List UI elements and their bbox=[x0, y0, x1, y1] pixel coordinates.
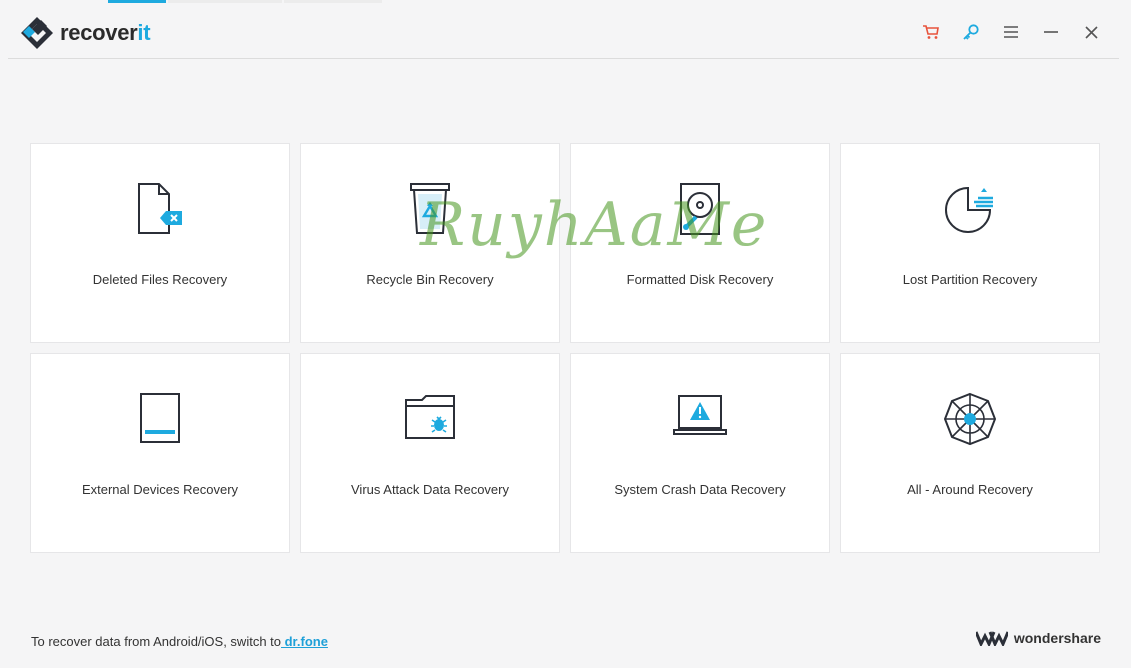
card-lost-partition-recovery[interactable]: Lost Partition Recovery bbox=[840, 143, 1100, 343]
card-label: External Devices Recovery bbox=[81, 482, 239, 497]
minimize-button[interactable] bbox=[1031, 20, 1071, 44]
recycle-bin-icon bbox=[410, 183, 450, 234]
card-label: All - Around Recovery bbox=[907, 482, 1033, 497]
register-button[interactable] bbox=[951, 20, 991, 44]
card-label: System Crash Data Recovery bbox=[614, 482, 786, 497]
card-virus-attack-data-recovery[interactable]: Virus Attack Data Recovery bbox=[300, 353, 560, 553]
card-recycle-bin-recovery[interactable]: Recycle Bin Recovery bbox=[300, 143, 560, 343]
window-controls bbox=[911, 20, 1111, 44]
menu-icon bbox=[1004, 26, 1018, 38]
close-icon bbox=[1084, 25, 1098, 39]
cart-button[interactable] bbox=[911, 20, 951, 44]
key-icon bbox=[963, 24, 979, 40]
card-label: Deleted Files Recovery bbox=[92, 272, 228, 287]
all-around-icon bbox=[943, 392, 997, 446]
mobile-recovery-prompt: To recover data from Android/iOS, switch… bbox=[31, 634, 328, 649]
formatted-disk-icon bbox=[680, 183, 720, 235]
app-title: recoverit bbox=[60, 20, 151, 45]
card-label: Lost Partition Recovery bbox=[902, 272, 1038, 287]
card-formatted-disk-recovery[interactable]: Formatted Disk Recovery bbox=[570, 143, 830, 343]
drfone-link[interactable]: dr.fone bbox=[281, 634, 328, 649]
card-label: Recycle Bin Recovery bbox=[366, 272, 494, 287]
menu-button[interactable] bbox=[991, 20, 1031, 44]
app-logo: recoverit bbox=[20, 16, 151, 50]
deleted-file-icon bbox=[138, 183, 182, 234]
title-bar: recoverit bbox=[8, 0, 1119, 59]
recoverit-logo-icon bbox=[21, 17, 53, 49]
wondershare-brand: wondershare bbox=[975, 630, 1101, 646]
card-system-crash-data-recovery[interactable]: System Crash Data Recovery bbox=[570, 353, 830, 553]
minimize-icon bbox=[1044, 31, 1058, 33]
cart-icon bbox=[923, 25, 939, 39]
recovery-mode-grid: Deleted Files Recovery Recycle Bin Recov… bbox=[30, 143, 1100, 553]
company-name: wondershare bbox=[1013, 630, 1101, 646]
card-all-around-recovery[interactable]: All - Around Recovery bbox=[840, 353, 1100, 553]
lost-partition-icon bbox=[945, 186, 993, 233]
virus-folder-icon bbox=[405, 395, 455, 439]
card-deleted-files-recovery[interactable]: Deleted Files Recovery bbox=[30, 143, 290, 343]
system-crash-icon bbox=[673, 395, 727, 435]
close-button[interactable] bbox=[1071, 20, 1111, 44]
card-label: Formatted Disk Recovery bbox=[626, 272, 774, 287]
wondershare-logo-icon bbox=[975, 631, 1008, 646]
external-device-icon bbox=[140, 393, 180, 443]
prompt-text: To recover data from Android/iOS, switch… bbox=[31, 634, 281, 649]
card-external-devices-recovery[interactable]: External Devices Recovery bbox=[30, 353, 290, 553]
card-label: Virus Attack Data Recovery bbox=[351, 482, 509, 497]
